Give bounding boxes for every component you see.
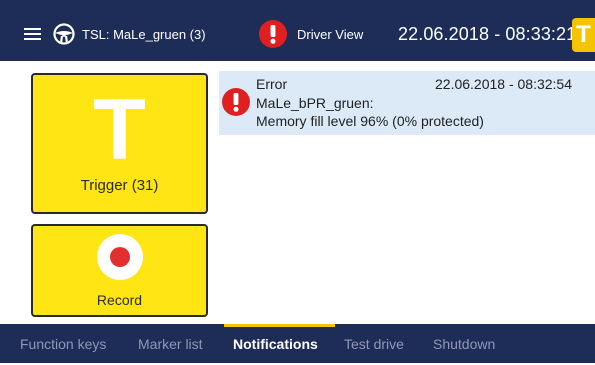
notification-source: MaLe_bPR_gruen: [256,95,374,111]
tab-test-drive[interactable]: Test drive [344,324,404,363]
trigger-mini-button[interactable]: T [572,18,595,52]
record-button[interactable]: Record [31,224,208,317]
notification-type: Error [256,76,288,92]
driver-view-label[interactable]: Driver View [297,27,363,42]
notification-timestamp: 22.06.2018 - 08:32:54 [435,76,573,92]
hamburger-menu-icon[interactable] [24,28,41,40]
alert-icon [222,88,250,116]
notification-item[interactable]: Error 22.06.2018 - 08:32:54 MaLe_bPR_gru… [219,71,595,135]
alert-icon[interactable] [258,19,288,49]
header-datetime: 22.06.2018 - 08:33:21 [398,24,577,44]
tab-notifications[interactable]: Notifications [233,324,318,363]
trigger-button[interactable]: T Trigger (31) [31,73,208,214]
trigger-label: Trigger (31) [80,177,159,194]
tab-shutdown[interactable]: Shutdown [433,324,495,363]
tsl-label[interactable]: TSL: MaLe_gruen (3) [82,27,206,42]
tab-function-keys[interactable]: Function keys [20,324,106,363]
record-icon [97,234,143,280]
top-bar: TSL: MaLe_gruen (3) Driver View 22.06.20… [0,0,595,61]
tab-marker-list[interactable]: Marker list [138,324,203,363]
notification-message: Memory fill level 96% (0% protected) [256,113,484,129]
bottom-nav: Function keys Marker list Notifications … [0,324,595,363]
steering-wheel-icon [53,23,75,45]
record-label: Record [96,292,143,308]
trigger-symbol: T [93,82,146,178]
